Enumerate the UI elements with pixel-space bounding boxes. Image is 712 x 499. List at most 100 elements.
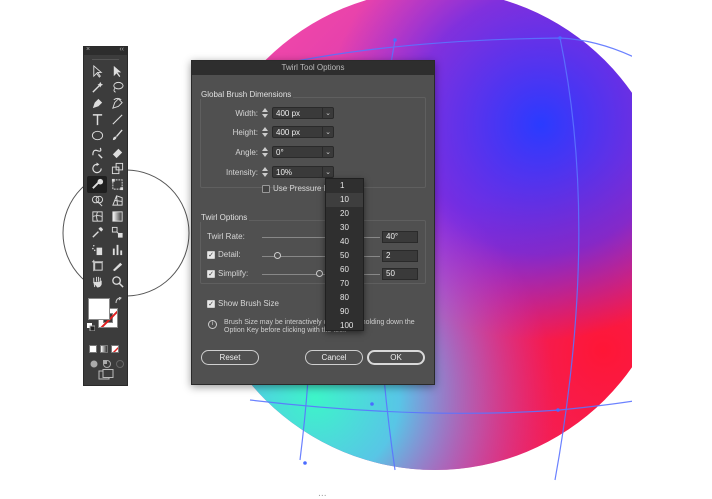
- dropdown-option[interactable]: 20: [326, 207, 363, 221]
- angle-stepper[interactable]: [261, 146, 269, 158]
- fill-swatch[interactable]: [88, 297, 110, 320]
- width-row: Width: 400 px ⌄: [200, 107, 334, 119]
- show-brush-size-label: Show Brush Size: [218, 299, 279, 308]
- angle-label: Angle:: [235, 147, 258, 157]
- show-brush-size-checkbox[interactable]: ✓: [207, 299, 215, 308]
- hand-icon[interactable]: [87, 273, 107, 289]
- dropdown-option[interactable]: 1: [326, 179, 363, 193]
- chevron-down-icon[interactable]: ⌄: [322, 147, 333, 157]
- eyedropper-icon[interactable]: [87, 225, 107, 241]
- simplify-checkbox[interactable]: ✓: [207, 269, 215, 278]
- selection-icon[interactable]: [107, 63, 127, 79]
- direct-selection-icon[interactable]: [87, 63, 107, 79]
- shaper-icon[interactable]: [87, 144, 107, 160]
- dropdown-option[interactable]: 100: [326, 319, 363, 333]
- twirl-tool-options-dialog: Twirl Tool Options Global Brush Dimensio…: [191, 60, 435, 385]
- tool-grid: [84, 60, 127, 290]
- simplify-slider-knob[interactable]: [316, 270, 323, 277]
- simplify-field[interactable]: 50: [382, 268, 418, 280]
- free-transform-icon[interactable]: [107, 176, 127, 192]
- intensity-dropdown: 1 10 20 30 40 50 60 70 80 90 100: [325, 178, 364, 331]
- color-icon[interactable]: [89, 344, 97, 353]
- intensity-stepper[interactable]: [261, 166, 269, 178]
- dropdown-option[interactable]: 90: [326, 305, 363, 319]
- dropdown-option[interactable]: 80: [326, 291, 363, 305]
- height-row: Height: 400 px ⌄: [200, 126, 334, 138]
- dropdown-option[interactable]: 60: [326, 263, 363, 277]
- dropdown-option-selected[interactable]: 10: [326, 193, 363, 207]
- type-icon[interactable]: [87, 112, 107, 128]
- intensity-label: Intensity:: [225, 167, 258, 177]
- line-segment-icon[interactable]: [107, 112, 127, 128]
- blend-icon[interactable]: [107, 225, 127, 241]
- twirl-options-title: Twirl Options: [199, 213, 250, 222]
- artwork-caption: ...: [318, 489, 327, 499]
- scale-icon[interactable]: [107, 160, 127, 176]
- none-icon[interactable]: [111, 344, 119, 353]
- curvature-icon[interactable]: [107, 95, 127, 111]
- width-stepper[interactable]: [261, 107, 269, 119]
- dropdown-option[interactable]: 40: [326, 235, 363, 249]
- cancel-button[interactable]: Cancel: [305, 350, 363, 365]
- dialog-title[interactable]: Twirl Tool Options: [192, 61, 434, 75]
- swap-icon[interactable]: [115, 296, 123, 305]
- show-brush-size-row[interactable]: ✓ Show Brush Size: [207, 299, 279, 308]
- use-pressure-pen-checkbox[interactable]: [262, 184, 270, 193]
- mesh-icon[interactable]: [87, 209, 107, 225]
- fill-stroke-swatches: [84, 296, 127, 342]
- rotate-icon[interactable]: [87, 160, 107, 176]
- detail-row[interactable]: ✓ Detail:: [207, 250, 241, 259]
- twirl-rate-field[interactable]: 40°: [382, 231, 418, 243]
- info-text: Brush Size may be interactively changed …: [224, 319, 415, 334]
- slice-icon[interactable]: [107, 257, 127, 273]
- detail-checkbox[interactable]: ✓: [207, 250, 215, 259]
- gradient-icon[interactable]: [107, 209, 127, 225]
- height-field[interactable]: 400 px ⌄: [272, 126, 334, 138]
- artboard-icon[interactable]: [87, 257, 107, 273]
- twirl-rate-label: Twirl Rate:: [207, 232, 245, 241]
- chevron-down-icon[interactable]: ⌄: [322, 127, 333, 137]
- gradient-mode-icon[interactable]: [100, 344, 108, 353]
- default-colors-icon[interactable]: [87, 322, 95, 331]
- symbol-sprayer-icon[interactable]: [87, 241, 107, 257]
- magic-wand-icon[interactable]: [87, 79, 107, 95]
- detail-label: Detail:: [218, 250, 241, 259]
- lasso-icon[interactable]: [107, 79, 127, 95]
- shape-builder-icon[interactable]: [87, 193, 107, 209]
- width-field[interactable]: 400 px ⌄: [272, 107, 334, 119]
- column-graph-icon[interactable]: [107, 241, 127, 257]
- ok-button[interactable]: OK: [367, 350, 425, 365]
- draw-mode-row: [84, 359, 127, 369]
- paintbrush-icon[interactable]: [107, 128, 127, 144]
- reset-button[interactable]: Reset: [201, 350, 259, 365]
- intensity-field[interactable]: 10% ⌄: [272, 166, 334, 178]
- angle-field[interactable]: 0° ⌄: [272, 146, 334, 158]
- perspective-grid-icon[interactable]: [107, 193, 127, 209]
- collapse-icon[interactable]: ‹‹: [119, 46, 124, 53]
- height-stepper[interactable]: [261, 126, 269, 138]
- detail-slider-knob[interactable]: [274, 252, 281, 259]
- width-label: Width:: [235, 108, 258, 118]
- eraser-icon[interactable]: [107, 144, 127, 160]
- simplify-row[interactable]: ✓ Simplify:: [207, 269, 248, 278]
- tools-panel: × ‹‹: [83, 46, 128, 386]
- detail-field[interactable]: 2: [382, 250, 418, 262]
- draw-inside-icon[interactable]: [115, 359, 125, 369]
- zoom-icon[interactable]: [107, 273, 127, 289]
- dropdown-option[interactable]: 50: [326, 249, 363, 263]
- pen-icon[interactable]: [87, 95, 107, 111]
- dropdown-option[interactable]: 30: [326, 221, 363, 235]
- tools-panel-titlebar[interactable]: × ‹‹: [84, 46, 127, 55]
- ellipse-icon[interactable]: [87, 128, 107, 144]
- close-icon[interactable]: ×: [86, 46, 90, 53]
- global-brush-title: Global Brush Dimensions: [199, 90, 294, 99]
- draw-behind-icon[interactable]: [102, 359, 112, 369]
- dropdown-option[interactable]: 70: [326, 277, 363, 291]
- twirl-icon[interactable]: [87, 176, 107, 193]
- chevron-down-icon[interactable]: ⌄: [322, 167, 333, 177]
- screen-mode-icon[interactable]: [98, 369, 114, 381]
- simplify-label: Simplify:: [218, 269, 249, 278]
- chevron-down-icon[interactable]: ⌄: [322, 108, 333, 118]
- info-icon: i: [208, 320, 217, 329]
- draw-normal-icon[interactable]: [89, 359, 99, 369]
